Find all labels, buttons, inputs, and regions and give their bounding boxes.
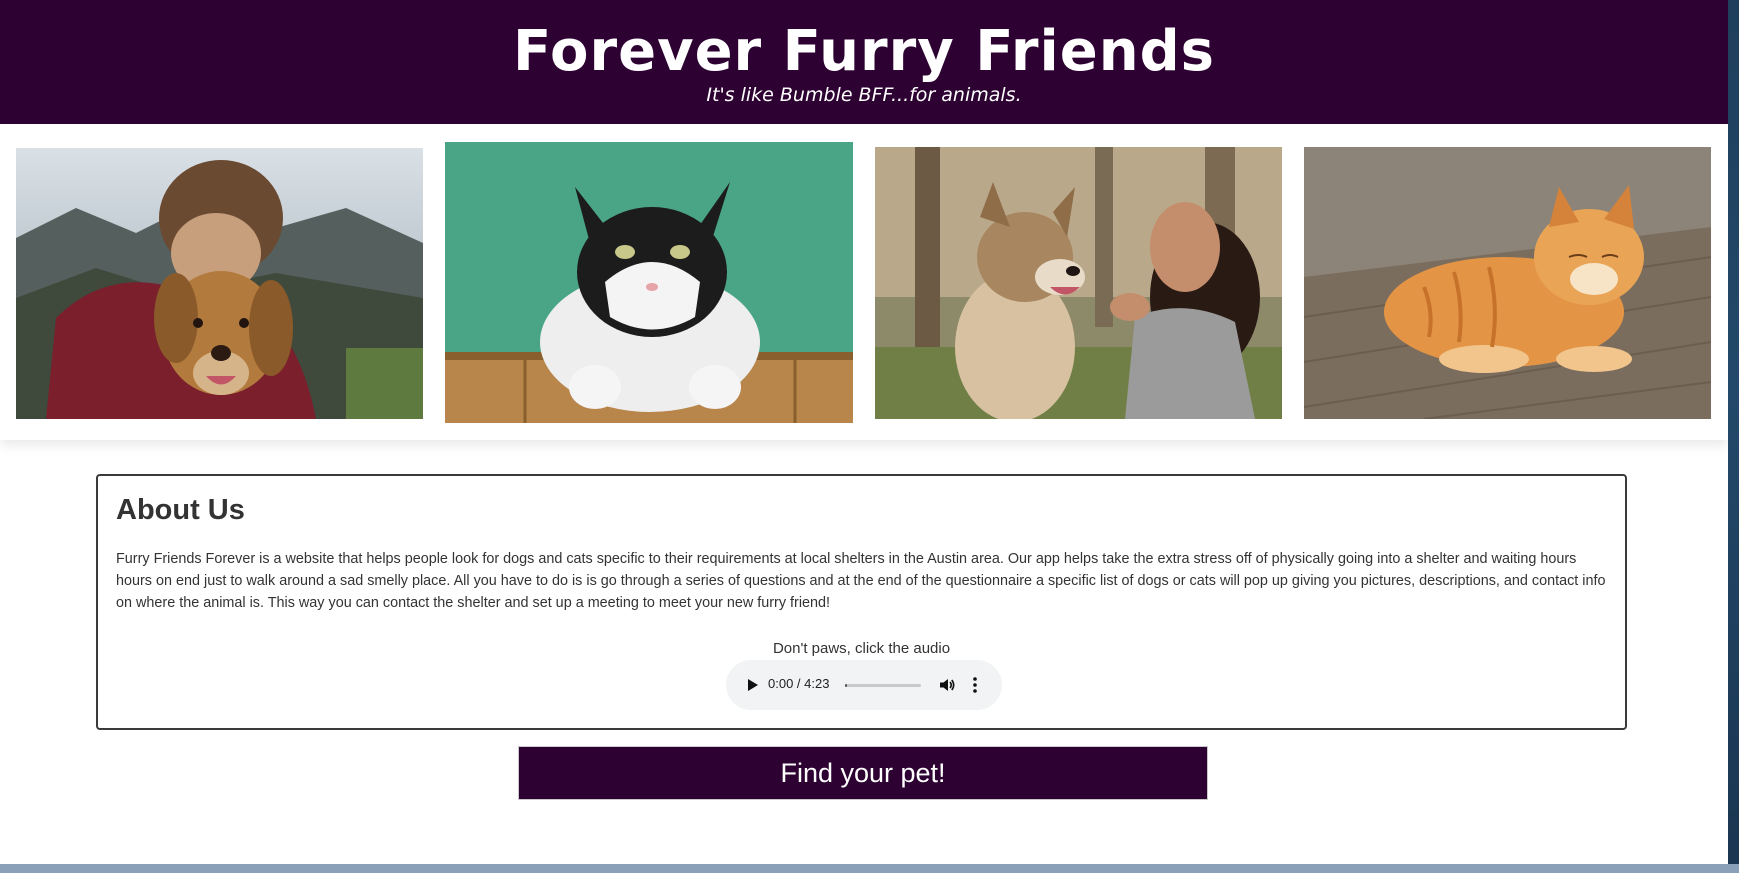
audio-caption: Don't paws, click the audio (772, 640, 951, 657)
audio-seek-slider[interactable] (845, 684, 921, 687)
find-your-pet-button[interactable]: Find your pet! (518, 746, 1208, 800)
about-us-section: About Us Furry Friends Forever is a webs… (96, 474, 1627, 730)
audio-player[interactable]: 0:00 / 4:23 (726, 660, 1002, 710)
more-options-icon[interactable] (972, 676, 978, 694)
woman-with-dog-photo (875, 147, 1282, 419)
site-title: Forever Furry Friends (513, 19, 1215, 84)
orange-tabby-cat-photo (1304, 147, 1711, 419)
audio-progress-fill (845, 684, 847, 687)
os-dock-edge (0, 864, 1739, 873)
audio-time: 0:00 / 4:23 (768, 676, 830, 691)
man-hugging-golden-retriever-photo (16, 148, 423, 419)
site-header: Forever Furry Friends It's like Bumble B… (0, 0, 1728, 124)
about-us-heading: About Us (116, 494, 245, 526)
about-us-body: Furry Friends Forever is a website that … (116, 551, 1606, 611)
volume-icon[interactable] (938, 676, 956, 694)
play-icon[interactable] (744, 677, 760, 693)
black-white-cat-photo (445, 142, 853, 423)
photo-gallery (0, 124, 1728, 440)
desktop-background-edge (1728, 0, 1739, 864)
browser-viewport: Forever Furry Friends It's like Bumble B… (0, 0, 1728, 864)
site-tagline: It's like Bumble BFF...for animals. (706, 84, 1022, 106)
